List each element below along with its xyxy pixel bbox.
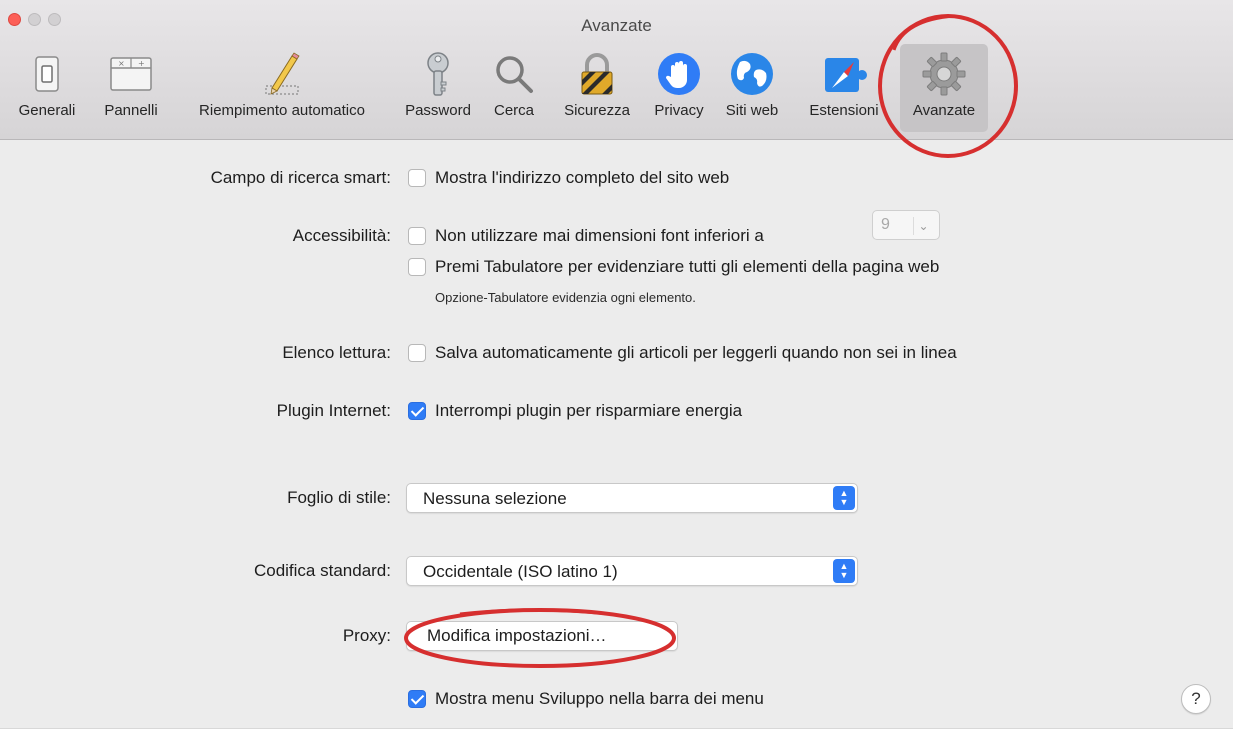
stop-plugins-text: Interrompi plugin per risparmiare energi… xyxy=(435,401,743,420)
title-toolbar-area: Avanzate Generali × + Pannelli Riempimen… xyxy=(0,0,1233,140)
internet-plugins-label: Plugin Internet: xyxy=(276,401,391,420)
show-develop-menu-checkbox[interactable] xyxy=(408,690,426,708)
toolbar-label: Avanzate xyxy=(912,102,976,119)
toolbar-item-avanzate[interactable]: Avanzate xyxy=(900,44,988,132)
style-sheet-popup[interactable]: Nessuna selezione ▲ ▼ xyxy=(406,483,858,513)
toolbar-label: Sicurezza xyxy=(564,102,630,119)
min-font-size-checkbox[interactable] xyxy=(408,227,426,245)
key-icon xyxy=(427,52,449,96)
toolbar-item-cerca[interactable]: Cerca xyxy=(484,44,544,132)
pencil-autofill-icon xyxy=(265,52,300,95)
show-develop-menu-text: Mostra menu Sviluppo nella barra dei men… xyxy=(435,689,764,708)
padlock-icon xyxy=(581,53,613,95)
popup-arrows-icon: ▲ ▼ xyxy=(833,559,855,583)
toolbar-item-estensioni[interactable]: Estensioni xyxy=(794,44,894,132)
gear-icon xyxy=(922,52,966,96)
toolbar-label: Estensioni xyxy=(809,102,879,119)
toolbar-item-password[interactable]: Password xyxy=(394,44,482,132)
min-font-size-value: 9 xyxy=(881,216,890,233)
popup-arrows-icon: ▲ ▼ xyxy=(833,486,855,510)
puzzle-compass-icon xyxy=(825,58,867,92)
svg-text:×: × xyxy=(118,59,125,68)
toolbar-label: Generali xyxy=(18,102,76,119)
tab-highlight-text: Premi Tabulatore per evidenziare tutti g… xyxy=(435,257,940,276)
tabs-panel-icon: × + xyxy=(110,57,152,91)
tab-highlight-hint: Opzione-Tabulatore evidenzia ogni elemen… xyxy=(435,290,696,305)
show-full-address-text: Mostra l'indirizzo completo del sito web xyxy=(435,168,730,187)
magnifier-icon xyxy=(496,56,533,93)
toolbar-item-sicurezza[interactable]: Sicurezza xyxy=(548,44,646,132)
min-font-size-select[interactable]: 9 ⌄ xyxy=(872,210,940,240)
default-encoding-label: Codifica standard: xyxy=(253,561,391,580)
save-articles-offline-text: Salva automaticamente gli articoli per l… xyxy=(435,343,957,362)
default-encoding-popup[interactable]: Occidentale (ISO latino 1) ▲ ▼ xyxy=(406,556,858,586)
hand-privacy-icon xyxy=(658,53,700,95)
edit-proxy-settings-label: Modifica impostazioni… xyxy=(427,626,607,645)
style-sheet-label: Foglio di stile: xyxy=(287,488,391,507)
toolbar-item-privacy[interactable]: Privacy xyxy=(650,44,708,132)
toolbar-item-riempimento-automatico[interactable]: Riempimento automatico xyxy=(172,44,392,132)
toolbar-label: Cerca xyxy=(493,102,534,119)
toolbar-item-generali[interactable]: Generali xyxy=(4,44,90,132)
help-button[interactable]: ? xyxy=(1181,684,1211,714)
reading-list-label: Elenco lettura: xyxy=(282,343,391,362)
toolbar-label: Siti web xyxy=(725,102,779,119)
default-encoding-value: Occidentale (ISO latino 1) xyxy=(423,562,618,581)
style-sheet-value: Nessuna selezione xyxy=(423,489,567,508)
proxy-label: Proxy: xyxy=(342,626,391,645)
toolbar-item-pannelli[interactable]: × + Pannelli xyxy=(92,44,170,132)
show-full-address-checkbox[interactable] xyxy=(408,169,426,187)
toolbar-item-siti-web[interactable]: Siti web xyxy=(712,44,792,132)
chevron-down-icon: ⌄ xyxy=(913,217,933,235)
toolbar-label: Riempimento automatico xyxy=(199,102,365,119)
toolbar-label: Password xyxy=(405,102,471,119)
tab-highlight-checkbox[interactable] xyxy=(408,258,426,276)
general-switch-icon xyxy=(35,56,59,92)
window-title: Avanzate xyxy=(581,16,652,35)
preferences-window: Avanzate Generali × + Pannelli Riempimen… xyxy=(0,0,1233,729)
min-font-size-text: Non utilizzare mai dimensioni font infer… xyxy=(435,226,764,245)
svg-text:+: + xyxy=(138,59,145,68)
smart-search-label: Campo di ricerca smart: xyxy=(210,168,391,187)
toolbar-label: Privacy xyxy=(654,102,704,119)
toolbar-label: Pannelli xyxy=(104,102,158,119)
globe-icon xyxy=(731,53,773,95)
accessibility-label: Accessibilità: xyxy=(292,226,391,245)
edit-proxy-settings-button[interactable]: Modifica impostazioni… xyxy=(406,621,678,651)
stop-plugins-checkbox[interactable] xyxy=(408,402,426,420)
save-articles-offline-checkbox[interactable] xyxy=(408,344,426,362)
